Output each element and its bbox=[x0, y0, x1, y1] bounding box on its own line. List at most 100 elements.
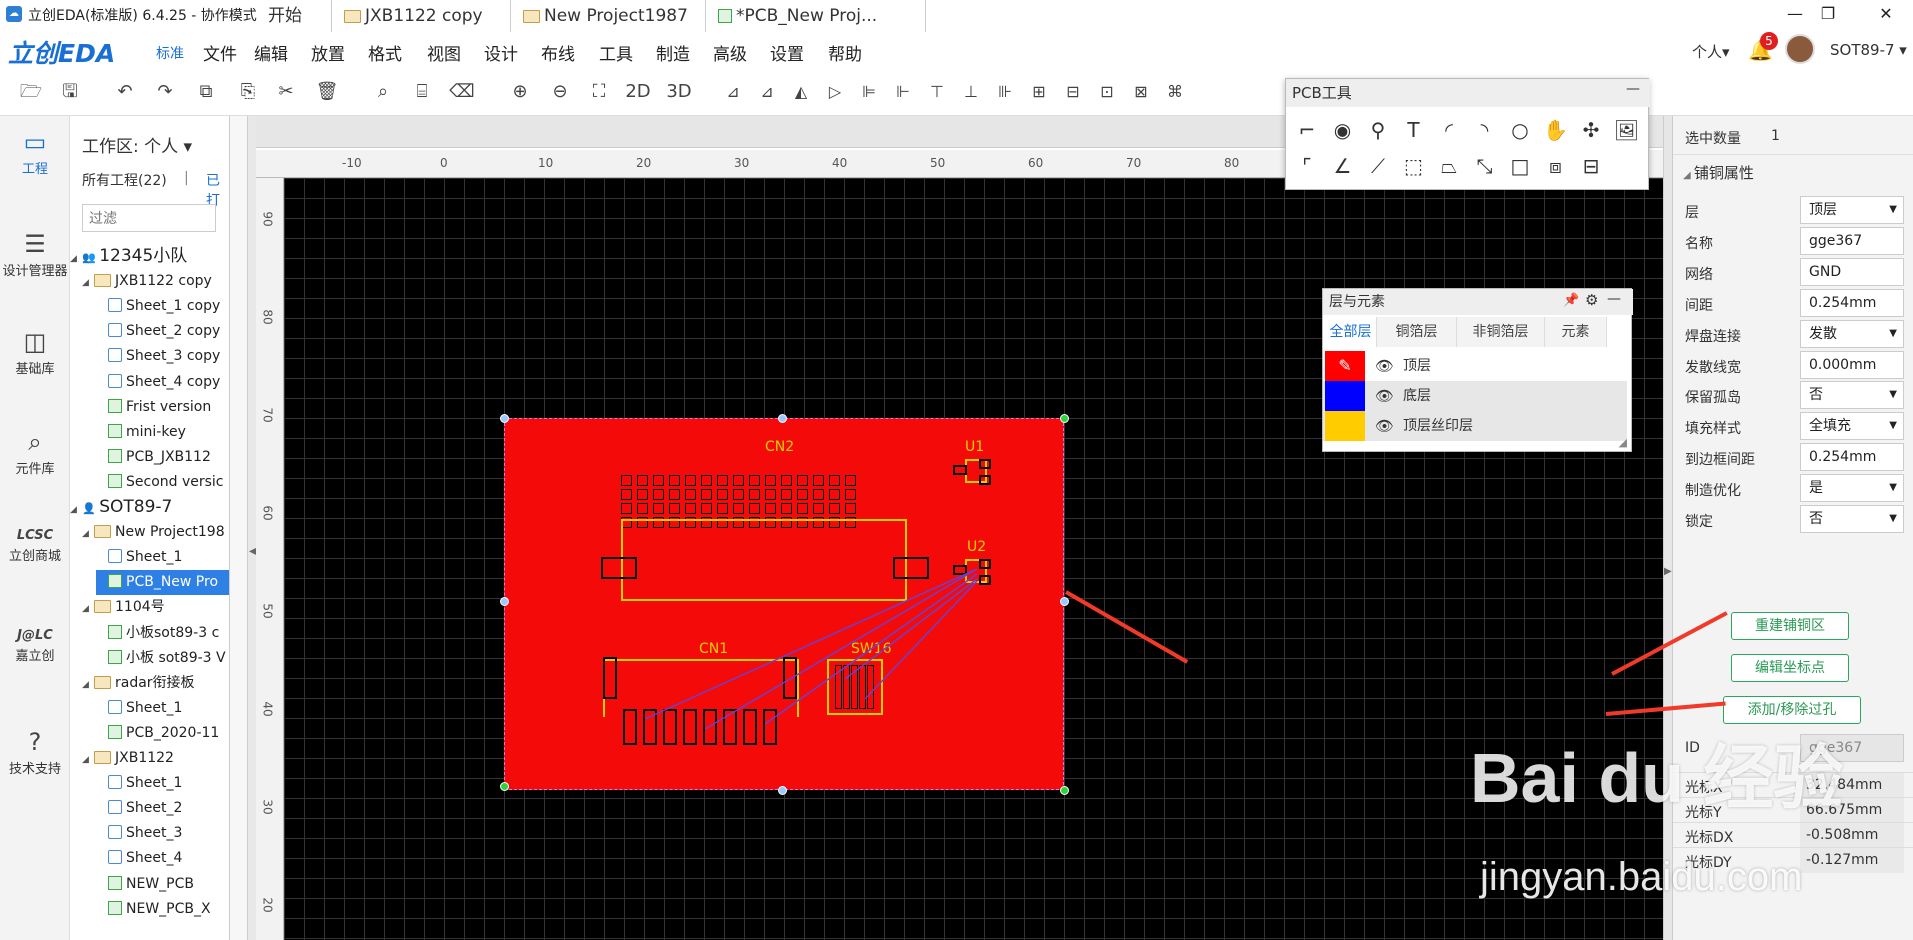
maximize-button[interactable]: ❐ bbox=[1808, 2, 1848, 26]
nav-item-3[interactable]: ⌕ 元件库 bbox=[0, 428, 70, 477]
menu-10[interactable]: 设置 bbox=[770, 40, 804, 65]
prop-select[interactable]: 否 bbox=[1800, 381, 1904, 410]
text-icon[interactable]: T bbox=[1399, 115, 1429, 145]
center-h-icon[interactable]: ⊞ bbox=[1024, 77, 1054, 107]
tree-item[interactable]: Sheet_1 bbox=[96, 545, 229, 570]
prop-input[interactable]: gge367 bbox=[1800, 226, 1904, 255]
project-menu[interactable]: SOT89-7 ▾ bbox=[1830, 41, 1907, 59]
align-center-icon[interactable]: ⊿ bbox=[752, 77, 782, 107]
tree-item[interactable]: 小板sot89-3 c bbox=[96, 621, 229, 646]
fit-icon[interactable]: ⛶ bbox=[584, 77, 614, 107]
prop-input[interactable]: 0.254mm bbox=[1800, 443, 1904, 472]
tab-3[interactable]: *PCB_New Proj... bbox=[706, 0, 926, 32]
section-title[interactable]: ◢ 铺铜属性 bbox=[1683, 162, 1754, 183]
resize-handle[interactable] bbox=[1060, 414, 1069, 423]
mirror-icon[interactable]: ◭ bbox=[786, 77, 816, 107]
tree-item[interactable]: ◢ JXB1122 bbox=[82, 746, 229, 773]
resize-grip-icon[interactable]: ◢ bbox=[1619, 436, 1627, 449]
menu-9[interactable]: 高级 bbox=[713, 40, 747, 65]
layer-row[interactable]: 👁 顶层丝印层 bbox=[1323, 411, 1627, 441]
tree-item[interactable]: PCB_JXB112 bbox=[96, 445, 229, 470]
2d-view[interactable]: 2D bbox=[623, 77, 653, 107]
tree-item[interactable]: Sheet_4 copy bbox=[96, 370, 229, 395]
close-button[interactable]: ✕ bbox=[1866, 2, 1906, 26]
zoom-in-icon[interactable]: ⊕ bbox=[505, 77, 535, 107]
expand-triangle-icon[interactable]: ◢ bbox=[82, 271, 94, 296]
shape-icon[interactable]: ⏢ bbox=[1434, 151, 1464, 181]
layer-row[interactable]: ✎ 👁 顶层 bbox=[1323, 351, 1627, 381]
pan-hand-icon[interactable]: ✋ bbox=[1541, 115, 1571, 145]
tree-item[interactable]: Sheet_3 bbox=[96, 821, 229, 846]
folder-open-icon[interactable]: 🗁 bbox=[16, 77, 46, 107]
group-icon[interactable]: ⧈ bbox=[1541, 151, 1571, 181]
menu-1[interactable]: 编辑 bbox=[254, 40, 288, 65]
tree-item[interactable]: PCB_2020-11 bbox=[96, 721, 229, 746]
edit-points-button[interactable]: 编辑坐标点 bbox=[1731, 654, 1849, 682]
resize-handle[interactable] bbox=[778, 786, 787, 795]
tree-item[interactable]: ◢ 👥 12345小队 bbox=[70, 244, 229, 272]
copper-pour-area[interactable]: CN2 U1 U2 CN1 SW16 bbox=[504, 418, 1064, 790]
track-icon[interactable]: ⌐ bbox=[1292, 115, 1322, 145]
expand-triangle-icon[interactable]: ◢ bbox=[82, 748, 94, 773]
cut-icon[interactable]: ✂ bbox=[271, 77, 301, 107]
resize-handle[interactable] bbox=[500, 782, 509, 791]
minimize-layers-button[interactable]: — bbox=[1607, 291, 1621, 307]
menu-7[interactable]: 工具 bbox=[599, 40, 633, 65]
eye-icon[interactable]: 👁 bbox=[1375, 351, 1394, 381]
expand-arrow-icon[interactable]: ▶ bbox=[1664, 566, 1672, 577]
add-remove-via-button[interactable]: 添加/移除过孔 bbox=[1723, 696, 1861, 724]
grid-icon[interactable]: ⊟ bbox=[1058, 77, 1088, 107]
menu-6[interactable]: 布线 bbox=[541, 40, 575, 65]
tree-item[interactable]: Sheet_3 copy bbox=[96, 344, 229, 369]
resize-handle[interactable] bbox=[778, 414, 787, 423]
nav-item-1[interactable]: ☰ 设计管理器 bbox=[0, 230, 70, 279]
tree-item[interactable]: Sheet_1 copy bbox=[96, 294, 229, 319]
prop-select[interactable]: 否 bbox=[1800, 505, 1904, 533]
3d-view[interactable]: 3D bbox=[664, 77, 694, 107]
tree-item[interactable]: ◢ New Project198 bbox=[82, 520, 229, 545]
erase-icon[interactable]: ⌫ bbox=[447, 77, 477, 107]
pad-icon[interactable]: ⚲ bbox=[1363, 115, 1393, 145]
zoom-out-icon[interactable]: ⊖ bbox=[545, 77, 575, 107]
menu-5[interactable]: 设计 bbox=[484, 40, 518, 65]
menu-2[interactable]: 放置 bbox=[311, 40, 345, 65]
arc2-icon[interactable]: ◝ bbox=[1470, 115, 1500, 145]
gear-icon[interactable]: ⚙ bbox=[1585, 291, 1598, 309]
layer-tab-0[interactable]: 全部层 bbox=[1325, 317, 1377, 347]
tree-item[interactable]: NEW_PCB_X bbox=[96, 897, 229, 922]
spread-icon[interactable]: ⊡ bbox=[1092, 77, 1122, 107]
find-icon[interactable]: ⌸ bbox=[407, 77, 437, 107]
layer-row[interactable]: 👁 底层 bbox=[1323, 381, 1627, 411]
resize-handle[interactable] bbox=[500, 414, 509, 423]
all-projects-link[interactable]: 所有工程(22) bbox=[82, 170, 167, 190]
align-bottom-icon[interactable]: ⊥ bbox=[956, 77, 986, 107]
footprint-icon[interactable]: ⊟ bbox=[1576, 151, 1606, 181]
tab-0[interactable]: 开始 bbox=[256, 0, 332, 32]
prop-input[interactable]: GND bbox=[1800, 257, 1904, 286]
expand-triangle-icon[interactable]: ◢ bbox=[70, 498, 82, 523]
align-left-icon[interactable]: ⊿ bbox=[718, 77, 748, 107]
connect-icon[interactable]: ⟋ bbox=[1363, 151, 1393, 181]
expand-triangle-icon[interactable]: ◢ bbox=[70, 247, 82, 272]
prop-select[interactable]: 发散 bbox=[1800, 319, 1904, 348]
tab-1[interactable]: JXB1122 copy bbox=[332, 0, 511, 32]
nav-item-5[interactable]: J@LC 嘉立创 bbox=[0, 628, 70, 664]
prop-input[interactable]: 0.000mm bbox=[1800, 350, 1904, 379]
minimize-palette-button[interactable]: — bbox=[1626, 81, 1640, 97]
hole-icon[interactable]: ✣ bbox=[1576, 115, 1606, 145]
delete-icon[interactable]: 🗑 bbox=[312, 77, 342, 107]
workspace-menu[interactable]: 个人▾ bbox=[1692, 41, 1730, 62]
tree-item[interactable]: Second versic bbox=[96, 470, 229, 495]
tree-item[interactable]: ◢ 1104号 bbox=[82, 595, 229, 620]
layer-color-swatch[interactable] bbox=[1325, 411, 1365, 441]
panel-splitter[interactable]: ◀ bbox=[248, 116, 257, 940]
tree-item[interactable]: 小板 sot89-3 V bbox=[96, 646, 229, 671]
resize-handle[interactable] bbox=[1060, 786, 1069, 795]
rebuild-copper-button[interactable]: 重建铺铜区 bbox=[1731, 612, 1849, 640]
tree-item[interactable]: Frist version bbox=[96, 395, 229, 420]
tree-item[interactable]: PCB_New Pro bbox=[96, 570, 229, 596]
line-icon[interactable]: ⌜ bbox=[1292, 151, 1322, 181]
distribute-icon[interactable]: ⊤ bbox=[922, 77, 952, 107]
tree-item[interactable]: Sheet_2 bbox=[96, 796, 229, 821]
tab-2[interactable]: New Project1987 bbox=[511, 0, 706, 32]
